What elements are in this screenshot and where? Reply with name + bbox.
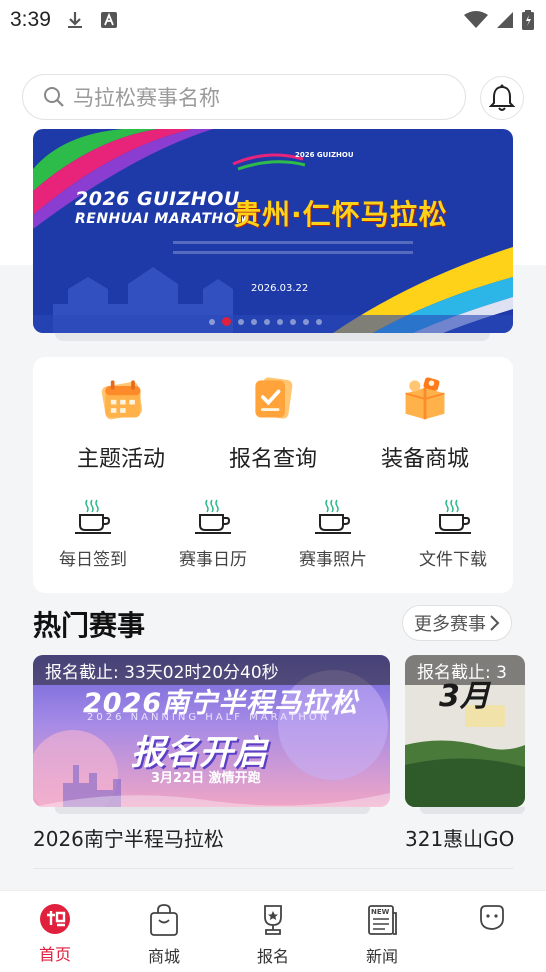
event-card-shadow: [55, 807, 370, 814]
menu-equipment-mall-label: 装备商城: [380, 447, 469, 472]
search-input[interactable]: 马拉松赛事名称: [22, 74, 466, 120]
event-poster-date: 3月22日 激情开跑: [151, 771, 261, 786]
banner-dot[interactable]: [209, 318, 215, 325]
status-bar: 3:39: [0, 0, 546, 40]
trophy-icon: [264, 905, 282, 935]
hero-banner[interactable]: 2026 GUIZHOU 2026 GUIZHOU RENHUAI MARATH…: [33, 129, 513, 333]
event-poster-subtitle: 2026 NANNING HALF MARATHON: [87, 712, 331, 723]
news-icon: NEW: [368, 905, 397, 935]
cell-signal-icon: [497, 12, 513, 28]
svg-text:NEW: NEW: [371, 908, 390, 916]
banner-dot[interactable]: [277, 318, 283, 325]
banner-dot[interactable]: [264, 318, 270, 325]
status-time: 3:39: [10, 8, 51, 31]
quick-menu-card: 主题活动 报名查询 装备商城 每日签到 赛事日历 赛事照片 文件下载: [33, 357, 513, 593]
menu-registration-query[interactable]: 报名查询: [193, 373, 353, 473]
nav-news-label: 新闻: [365, 947, 398, 966]
banner-dot[interactable]: [316, 318, 322, 325]
banner-title-en-line1: 2026 GUIZHOU: [75, 188, 240, 210]
nav-mall[interactable]: 商城: [124, 903, 204, 969]
coffee-cup-icon: [435, 499, 471, 534]
shopping-bag-icon: [150, 904, 178, 936]
menu-daily-checkin[interactable]: 每日签到: [33, 497, 153, 577]
battery-icon: [522, 10, 534, 30]
banner-title-zh: 贵州·仁怀马拉松: [233, 198, 448, 231]
nav-register[interactable]: 报名: [233, 903, 313, 969]
nav-mall-label: 商城: [147, 947, 180, 966]
chevron-right-icon: [490, 615, 500, 631]
event-poster-title: 3月: [439, 679, 490, 714]
event-name[interactable]: 321惠山GO: [405, 823, 546, 852]
event-card[interactable]: 报名截止: 33天02时20分40秒 2026南宁半程马拉松 2026 NANN…: [33, 655, 390, 807]
coffee-cup-icon: [315, 499, 351, 534]
section-divider: [33, 868, 513, 869]
nav-home-label: 首页: [38, 945, 71, 964]
banner-title-en: 2026 GUIZHOU RENHUAI MARATHON: [75, 189, 248, 229]
menu-event-calendar-label: 赛事日历: [179, 550, 247, 570]
nav-profile[interactable]: [451, 903, 531, 969]
banner-pagination: [209, 317, 322, 326]
calendar-icon: [101, 380, 143, 420]
menu-file-download-label: 文件下载: [419, 550, 487, 570]
download-icon: [67, 12, 82, 28]
banner-dot[interactable]: [303, 318, 309, 325]
nav-register-label: 报名: [256, 947, 289, 966]
bell-icon: [489, 84, 515, 111]
menu-equipment-mall[interactable]: 装备商城: [345, 373, 505, 473]
menu-theme-activities[interactable]: 主题活动: [41, 373, 201, 473]
banner-dot[interactable]: [290, 318, 296, 325]
banner-shadow: [55, 333, 490, 341]
nav-home[interactable]: 首页: [15, 903, 95, 969]
search-placeholder: 马拉松赛事名称: [73, 86, 220, 110]
banner-dot[interactable]: [251, 318, 257, 325]
coffee-cup-icon: [195, 499, 231, 534]
more-events-label: 更多赛事: [414, 614, 486, 635]
menu-daily-checkin-label: 每日签到: [59, 550, 127, 570]
text-a-icon: [100, 12, 117, 28]
profile-face-icon: [480, 905, 504, 930]
menu-event-photos[interactable]: 赛事照片: [273, 497, 393, 577]
menu-event-calendar[interactable]: 赛事日历: [153, 497, 273, 577]
more-events-button[interactable]: 更多赛事: [402, 605, 512, 641]
menu-theme-activities-label: 主题活动: [76, 447, 165, 472]
event-card-shadow: [420, 807, 525, 814]
menu-registration-query-label: 报名查询: [228, 447, 317, 472]
event-card[interactable]: 报名截止: 3 3月: [405, 655, 525, 807]
wifi-icon: [464, 11, 488, 28]
nav-news[interactable]: NEW 新闻: [342, 903, 422, 969]
banner-logo-text: 2026 GUIZHOU: [295, 151, 354, 159]
banner-dot[interactable]: [222, 317, 231, 326]
gift-box-icon: [405, 377, 445, 420]
coffee-cup-icon: [75, 499, 111, 534]
banner-dot[interactable]: [238, 318, 244, 325]
banner-date: 2026.03.22: [251, 283, 309, 294]
menu-event-photos-label: 赛事照片: [299, 550, 367, 570]
checklist-icon: [255, 377, 293, 419]
menu-file-download[interactable]: 文件下载: [393, 497, 513, 577]
banner-title-en-line2: RENHUAI MARATHON: [75, 211, 249, 227]
home-logo-icon: [40, 904, 70, 934]
event-name[interactable]: 2026南宁半程马拉松: [33, 823, 224, 852]
search-icon: [44, 87, 64, 107]
notification-button[interactable]: [480, 76, 524, 120]
hot-events-title: 热门赛事: [33, 609, 146, 642]
bottom-nav: 首页 商城 报名 NEW 新闻: [0, 890, 546, 972]
